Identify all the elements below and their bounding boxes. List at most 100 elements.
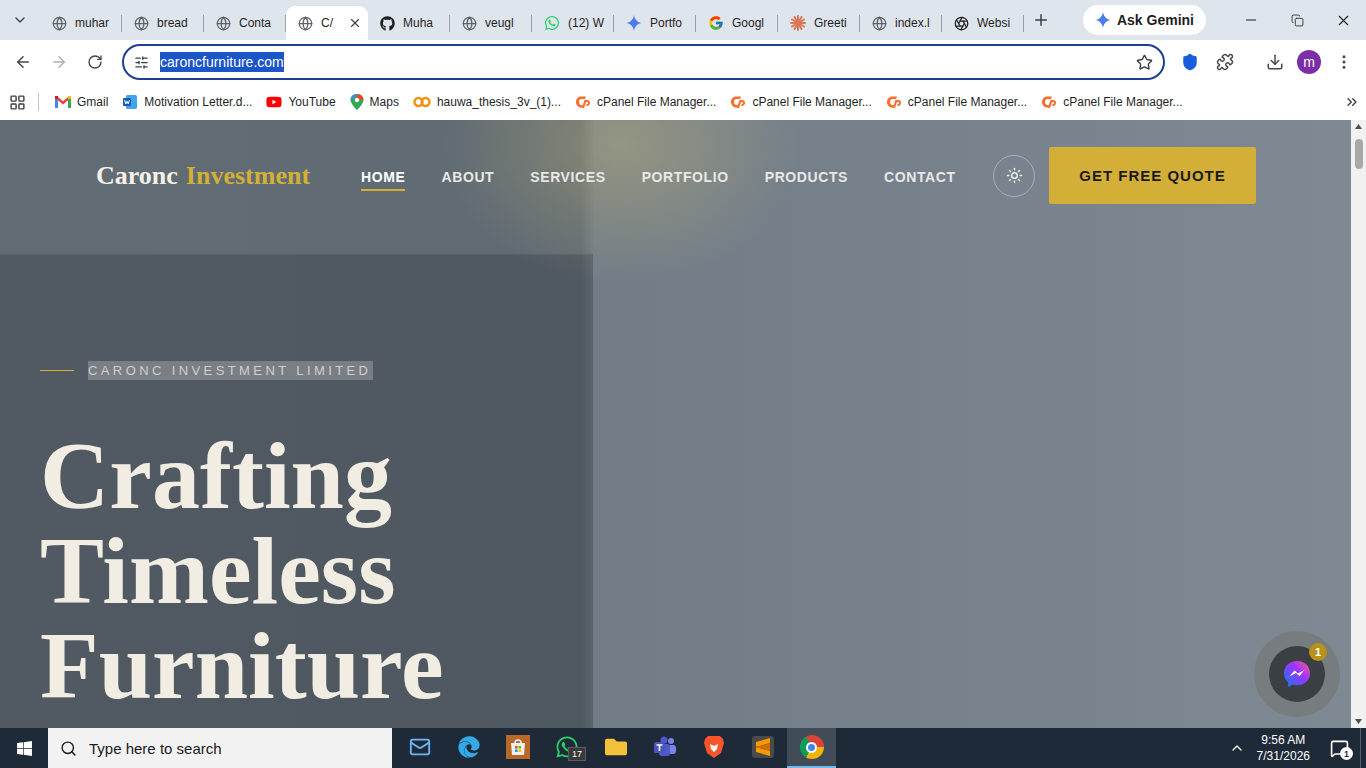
- tab-label: Muha: [403, 16, 444, 30]
- cpanel-icon: [575, 95, 591, 109]
- theme-toggle[interactable]: [993, 155, 1035, 197]
- profile-button[interactable]: m: [1294, 47, 1324, 77]
- bookmark-item[interactable]: cPanel File Manager...: [880, 88, 1033, 116]
- brave-icon: [703, 735, 725, 759]
- bookmark-item[interactable]: YouTube: [260, 88, 341, 116]
- nav-item[interactable]: ABOUT: [441, 161, 494, 191]
- ask-gemini-button[interactable]: Ask Gemini: [1083, 5, 1206, 35]
- browser-tab[interactable]: muhar: [40, 6, 122, 40]
- extensions-button[interactable]: [1210, 47, 1240, 77]
- nav-item[interactable]: CONTACT: [884, 161, 956, 191]
- bookmark-item[interactable]: hauwa_thesis_3v_(1)...: [407, 88, 567, 116]
- apps-grid-icon[interactable]: [9, 94, 26, 111]
- menu-button[interactable]: [1329, 47, 1359, 77]
- taskbar-search[interactable]: Type here to search: [48, 728, 392, 768]
- tray-overflow-button[interactable]: [1225, 728, 1249, 768]
- bookmark-item[interactable]: cPanel File Manager...: [569, 88, 722, 116]
- bookmark-item[interactable]: Motivation Letter.d...: [116, 88, 258, 116]
- claude-icon: [790, 15, 806, 31]
- scroll-thumb[interactable]: [1355, 139, 1363, 169]
- browser-tab[interactable]: Googl: [696, 6, 778, 40]
- reload-icon: [87, 54, 103, 70]
- taskbar-app[interactable]: [591, 728, 640, 768]
- close-window-button[interactable]: [1320, 0, 1366, 40]
- back-button[interactable]: [8, 47, 38, 77]
- bookmark-label: Maps: [370, 95, 399, 109]
- sun-icon: [1006, 167, 1023, 184]
- globe-icon: [52, 16, 67, 31]
- browser-tab[interactable]: Portfo: [614, 6, 696, 40]
- taskbar-app[interactable]: [640, 728, 689, 768]
- bookmark-label: hauwa_thesis_3v_(1)...: [437, 95, 561, 109]
- browser-tab[interactable]: (12) W: [532, 6, 614, 40]
- bookmark-label: cPanel File Manager...: [908, 95, 1027, 109]
- edge-icon: [458, 736, 480, 758]
- word-doc-icon: [122, 94, 138, 110]
- browser-tab[interactable]: bread: [122, 6, 204, 40]
- site-info-button[interactable]: [128, 49, 154, 75]
- minimize-button[interactable]: [1228, 0, 1274, 40]
- start-button[interactable]: [0, 728, 48, 768]
- password-manager-button[interactable]: [1175, 47, 1205, 77]
- eyebrow-line: [40, 370, 74, 371]
- scroll-down-icon[interactable]: [1355, 719, 1362, 724]
- messenger-icon: [1282, 659, 1312, 689]
- notification-button[interactable]: 1: [1318, 728, 1360, 768]
- openai-icon: [954, 16, 969, 31]
- browser-tab[interactable]: Muha: [368, 6, 450, 40]
- browser-tab[interactable]: Greeti: [778, 6, 860, 40]
- tab-label: muhar: [75, 16, 116, 30]
- tab-label: Conta: [239, 16, 280, 30]
- cpanel-icon: [886, 95, 902, 109]
- chevron-down-icon: [12, 12, 28, 28]
- tab-label: index.l: [895, 16, 936, 30]
- restore-button[interactable]: [1274, 0, 1320, 40]
- sublime-text-icon: [752, 736, 774, 758]
- bookmark-label: YouTube: [288, 95, 335, 109]
- taskbar-app[interactable]: [689, 728, 738, 768]
- downloads-button[interactable]: [1260, 47, 1290, 77]
- browser-tab[interactable]: Conta: [204, 6, 286, 40]
- site-logo[interactable]: CaroncInvestment: [96, 161, 310, 191]
- teams-icon: [653, 736, 677, 758]
- bookmark-item[interactable]: Maps: [344, 88, 405, 116]
- nav-item[interactable]: HOME: [361, 161, 405, 191]
- messenger-chat-button[interactable]: 1: [1254, 631, 1340, 717]
- page-scrollbar[interactable]: [1351, 120, 1366, 728]
- reload-button[interactable]: [80, 47, 110, 77]
- quote-button[interactable]: GET FREE QUOTE: [1049, 147, 1256, 204]
- taskbar-app[interactable]: [444, 728, 493, 768]
- taskbar-app[interactable]: 17: [542, 728, 591, 768]
- browser-tab[interactable]: index.l: [860, 6, 942, 40]
- shield-icon: [1181, 53, 1199, 71]
- nav-item[interactable]: PRODUCTS: [765, 161, 848, 191]
- forward-button[interactable]: [44, 47, 74, 77]
- browser-tab[interactable]: Websi: [942, 6, 1024, 40]
- nav-item[interactable]: PORTFOLIO: [642, 161, 729, 191]
- browser-tab[interactable]: C/: [286, 6, 368, 40]
- address-text[interactable]: caroncfurniture.com: [160, 52, 284, 72]
- more-bookmarks-icon[interactable]: [1344, 94, 1360, 110]
- bookmark-item[interactable]: Gmail: [49, 88, 114, 116]
- tab-search-button[interactable]: [7, 7, 33, 33]
- scroll-up-icon[interactable]: [1355, 124, 1362, 129]
- chrome-icon: [800, 735, 824, 759]
- new-tab-button[interactable]: [1028, 7, 1054, 33]
- close-tab-icon[interactable]: [348, 16, 362, 30]
- globe-icon: [298, 16, 313, 31]
- taskbar-app[interactable]: [787, 728, 836, 768]
- bookmark-star-icon[interactable]: [1136, 54, 1153, 71]
- browser-toolbar: caroncfurniture.com m: [0, 40, 1366, 84]
- taskbar-clock[interactable]: 9:56 AM7/31/2026: [1249, 728, 1318, 768]
- address-bar[interactable]: caroncfurniture.com: [122, 44, 1165, 80]
- bookmark-item[interactable]: cPanel File Manager...: [724, 88, 877, 116]
- tab-label: C/: [321, 16, 340, 30]
- nav-item[interactable]: SERVICES: [530, 161, 605, 191]
- desktop-screen: muhar bread Conta C/Muha veugl(12) WPortfoGo…: [0, 0, 1366, 768]
- taskbar-app[interactable]: [395, 728, 444, 768]
- show-desktop-button[interactable]: [1360, 728, 1366, 768]
- taskbar-app[interactable]: [493, 728, 542, 768]
- browser-tab[interactable]: veugl: [450, 6, 532, 40]
- bookmark-item[interactable]: cPanel File Manager...: [1035, 88, 1188, 116]
- taskbar-app[interactable]: [738, 728, 787, 768]
